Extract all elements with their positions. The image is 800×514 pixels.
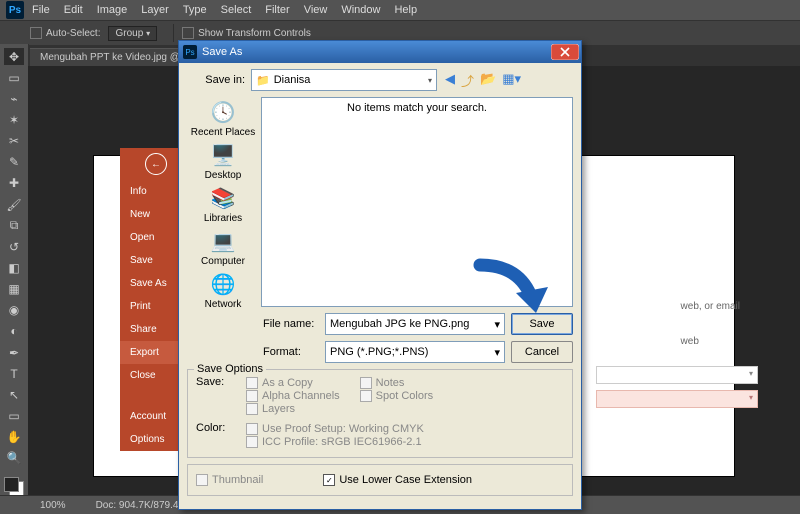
menu-image[interactable]: Image (97, 4, 128, 16)
marquee-tool[interactable]: ▭ (4, 69, 24, 86)
menu-file[interactable]: File (32, 4, 50, 16)
eyedropper-tool[interactable]: ✎ (4, 154, 24, 171)
place-network[interactable]: 🌐Network (205, 271, 242, 310)
auto-select-checkbox[interactable] (30, 27, 42, 39)
save-button[interactable]: Save (511, 313, 573, 335)
places-bar: 🕓Recent Places 🖥️Desktop 📚Libraries 💻Com… (187, 97, 259, 307)
bg-dropdown-2: ▾ (596, 390, 758, 408)
eraser-tool[interactable]: ◧ (4, 259, 24, 276)
desktop-icon: 🖥️ (208, 142, 238, 168)
menu-layer[interactable]: Layer (141, 4, 169, 16)
menu-window[interactable]: Window (341, 4, 380, 16)
libraries-icon: 📚 (208, 185, 238, 211)
brush-tool[interactable]: 🖌 (4, 196, 24, 213)
tools-panel: ✥ ▭ ⌁ ✶ ✂ ✎ ✚ 🖌 ⧉ ↺ ◧ ▦ ◉ ◐ ✒ T ↖ ▭ ✋ 🔍 (0, 44, 29, 496)
place-computer[interactable]: 💻Computer (201, 228, 245, 267)
proof-checkbox: Use Proof Setup: Working CMYK (246, 423, 424, 435)
network-icon: 🌐 (208, 271, 238, 297)
pen-tool[interactable]: ✒ (4, 344, 24, 361)
show-transform-checkbox[interactable] (182, 27, 194, 39)
stamp-tool[interactable]: ⧉ (4, 217, 24, 234)
spot-checkbox: Spot Colors (360, 390, 433, 402)
filename-input[interactable]: Mengubah JPG ke PNG.png▾ (325, 313, 505, 335)
file-list[interactable]: No items match your search. (261, 97, 573, 307)
save-sub-label: Save: (196, 376, 246, 416)
hand-tool[interactable]: ✋ (4, 429, 24, 446)
menu-edit[interactable]: Edit (64, 4, 83, 16)
up-icon[interactable]: ⤴ (461, 71, 474, 90)
menu-help[interactable]: Help (394, 4, 417, 16)
menu-select[interactable]: Select (221, 4, 252, 16)
wand-tool[interactable]: ✶ (4, 111, 24, 128)
app-logo: Ps (6, 1, 24, 19)
color-sub-label: Color: (196, 422, 246, 449)
lowercase-checkbox[interactable]: ✓Use Lower Case Extension (323, 474, 472, 486)
doc-size: Doc: 904.7K/879.4K (96, 500, 186, 511)
save-as-dialog: Ps Save As Save in: 📁Dianisa ▾ ◀ ⤴ 📂 ▦▾ (178, 40, 582, 510)
layers-checkbox: Layers (246, 403, 340, 415)
dialog-title: Save As (202, 46, 242, 58)
notes-checkbox: Notes (360, 377, 433, 389)
menu-view[interactable]: View (304, 4, 328, 16)
menu-type[interactable]: Type (183, 4, 207, 16)
zoom-tool[interactable]: 🔍 (4, 450, 24, 467)
photoshop-window: Ps File Edit Image Layer Type Select Fil… (0, 0, 800, 514)
bg-dropdown-1: ▾ (596, 366, 758, 384)
menu-filter[interactable]: Filter (265, 4, 289, 16)
crop-tool[interactable]: ✂ (4, 133, 24, 150)
blur-tool[interactable]: ◉ (4, 302, 24, 319)
view-menu-icon[interactable]: ▦▾ (502, 71, 521, 90)
dialog-titlebar: Ps Save As (179, 41, 581, 63)
format-dropdown[interactable]: PNG (*.PNG;*.PNS)▾ (325, 341, 505, 363)
gradient-tool[interactable]: ▦ (4, 281, 24, 298)
save-options-group: Save Options Save: As a Copy Alpha Chann… (187, 369, 573, 458)
empty-message: No items match your search. (262, 102, 572, 114)
format-label: Format: (253, 346, 319, 358)
type-tool[interactable]: T (4, 365, 24, 382)
back-icon[interactable]: ◀ (445, 71, 455, 90)
color-swatches[interactable] (4, 477, 24, 496)
place-recent[interactable]: 🕓Recent Places (191, 99, 255, 138)
icc-checkbox: ICC Profile: sRGB IEC61966-2.1 (246, 436, 424, 448)
alpha-checkbox: Alpha Channels (246, 390, 340, 402)
save-in-dropdown[interactable]: 📁Dianisa ▾ (251, 69, 437, 91)
path-tool[interactable]: ↖ (4, 386, 24, 403)
auto-select-label: Auto-Select: (46, 28, 100, 39)
computer-icon: 💻 (208, 228, 238, 254)
show-transform-label: Show Transform Controls (198, 28, 311, 39)
thumbnail-group: Thumbnail ✓Use Lower Case Extension (187, 464, 573, 496)
as-copy-checkbox: As a Copy (246, 377, 340, 389)
bg-text-1: web, or email (681, 301, 740, 312)
move-tool[interactable]: ✥ (4, 48, 24, 65)
thumbnail-checkbox: Thumbnail (196, 474, 263, 486)
recent-icon: 🕓 (208, 99, 238, 125)
place-desktop[interactable]: 🖥️Desktop (205, 142, 242, 181)
dialog-icon: Ps (183, 45, 197, 59)
dodge-tool[interactable]: ◐ (4, 323, 24, 340)
heal-tool[interactable]: ✚ (4, 175, 24, 192)
lasso-tool[interactable]: ⌁ (4, 90, 24, 107)
folder-icon: 📁 (256, 74, 270, 87)
save-in-label: Save in: (187, 74, 245, 86)
place-libraries[interactable]: 📚Libraries (204, 185, 242, 224)
save-options-legend: Save Options (194, 363, 266, 375)
zoom-level[interactable]: 100% (40, 500, 66, 511)
new-folder-icon[interactable]: 📂 (480, 71, 496, 90)
filename-label: File name: (253, 318, 319, 330)
auto-select-dropdown[interactable]: Group ▾ (108, 26, 157, 41)
cancel-button[interactable]: Cancel (511, 341, 573, 363)
menubar: Ps File Edit Image Layer Type Select Fil… (0, 0, 800, 20)
shape-tool[interactable]: ▭ (4, 407, 24, 424)
history-brush-tool[interactable]: ↺ (4, 238, 24, 255)
close-button[interactable] (551, 44, 579, 60)
bg-text-2: web (681, 336, 740, 347)
